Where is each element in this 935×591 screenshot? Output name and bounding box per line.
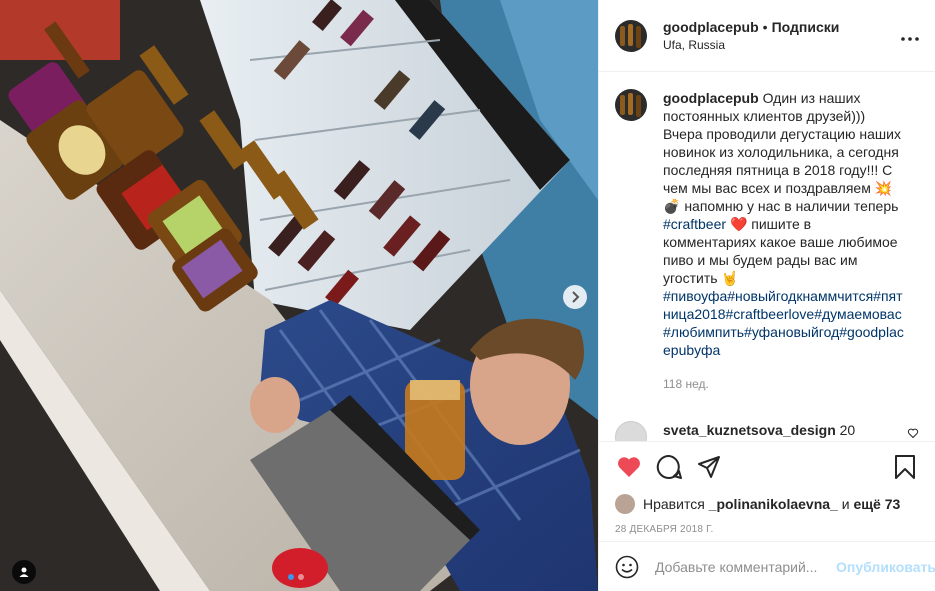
share-button[interactable] xyxy=(695,453,723,481)
photo-image xyxy=(0,0,598,591)
chevron-right-icon xyxy=(572,291,580,303)
post-side-panel: goodplacepub • Подписки Ufa, Russia goodpl… xyxy=(598,0,935,591)
emoji-button[interactable] xyxy=(615,555,639,579)
location-link[interactable]: Ufa, Russia xyxy=(663,38,901,52)
carousel-dot xyxy=(298,574,304,580)
caption-text-1: Один из наших постоянных клиентов друзей… xyxy=(663,90,901,214)
action-icons-row xyxy=(615,452,919,482)
comment-body: sveta_kuznetsova_design 20 xyxy=(663,421,907,439)
header-separator: • xyxy=(762,19,768,35)
post-photo[interactable] xyxy=(0,0,598,591)
following-button[interactable]: Подписки xyxy=(772,19,840,35)
caption-body: goodplacepub Один из наших постоянных кл… xyxy=(663,89,908,393)
user-icon xyxy=(19,567,29,577)
heart-outline-icon xyxy=(907,428,919,439)
bookmark-icon xyxy=(895,455,915,479)
comments-section[interactable]: goodplacepub Один из наших постоянных кл… xyxy=(599,73,935,441)
comment-button[interactable] xyxy=(655,453,683,481)
more-horizontal-icon xyxy=(901,37,919,41)
commenter-avatar[interactable] xyxy=(615,421,647,441)
caption-time: 118 нед. xyxy=(663,377,709,391)
carousel-dot-active xyxy=(288,574,294,580)
caption-hashtags[interactable]: #пивоуфа#новыйгодкнаммчится#пятница2018#… xyxy=(663,287,908,359)
tagged-users-button[interactable] xyxy=(12,560,36,584)
comment-bubble-icon xyxy=(656,454,682,479)
post-comment-button[interactable]: Опубликовать xyxy=(836,559,935,575)
caption-username[interactable]: goodplacepub xyxy=(663,90,759,106)
heart-filled-icon xyxy=(618,457,640,477)
smiley-face-icon xyxy=(615,555,639,578)
comment-item: sveta_kuznetsova_design 20 xyxy=(615,421,919,441)
comment-input[interactable] xyxy=(655,558,836,575)
save-button[interactable] xyxy=(891,453,919,481)
comment-text: 20 xyxy=(839,422,856,438)
header-text: goodplacepub • Подписки Ufa, Russia xyxy=(663,19,901,52)
like-button[interactable] xyxy=(615,453,643,481)
liker-username[interactable]: _polinanikolaevna_ xyxy=(709,496,838,512)
add-comment-bar: Опубликовать xyxy=(599,541,935,591)
likes-prefix: Нравится xyxy=(643,496,705,512)
carousel-dots xyxy=(288,574,304,580)
hashtag-craftbeer[interactable]: #craftbeer xyxy=(663,216,726,232)
likes-summary: Нравится _polinanikolaevna_ и ещё 73 xyxy=(615,494,919,514)
comment-like-button[interactable] xyxy=(907,427,919,441)
post-date[interactable]: 28 ДЕКАБРЯ 2018 Г. xyxy=(615,524,919,535)
paper-plane-icon xyxy=(698,456,720,478)
caption-author-avatar[interactable] xyxy=(615,89,647,121)
author-avatar[interactable] xyxy=(615,19,647,52)
post-caption: goodplacepub Один из наших постоянных кл… xyxy=(615,89,919,393)
post-header: goodplacepub • Подписки Ufa, Russia xyxy=(599,0,935,72)
post-actions: Нравится _polinanikolaevna_ и ещё 73 28 … xyxy=(599,441,935,535)
liker-avatar[interactable] xyxy=(615,494,635,514)
likes-others-link[interactable]: ещё 73 xyxy=(853,496,900,512)
commenter-username[interactable]: sveta_kuznetsova_design xyxy=(663,422,836,438)
author-username[interactable]: goodplacepub xyxy=(663,19,759,35)
likes-middle: и xyxy=(841,496,850,512)
more-options-button[interactable] xyxy=(901,25,919,46)
next-photo-button[interactable] xyxy=(563,285,587,309)
